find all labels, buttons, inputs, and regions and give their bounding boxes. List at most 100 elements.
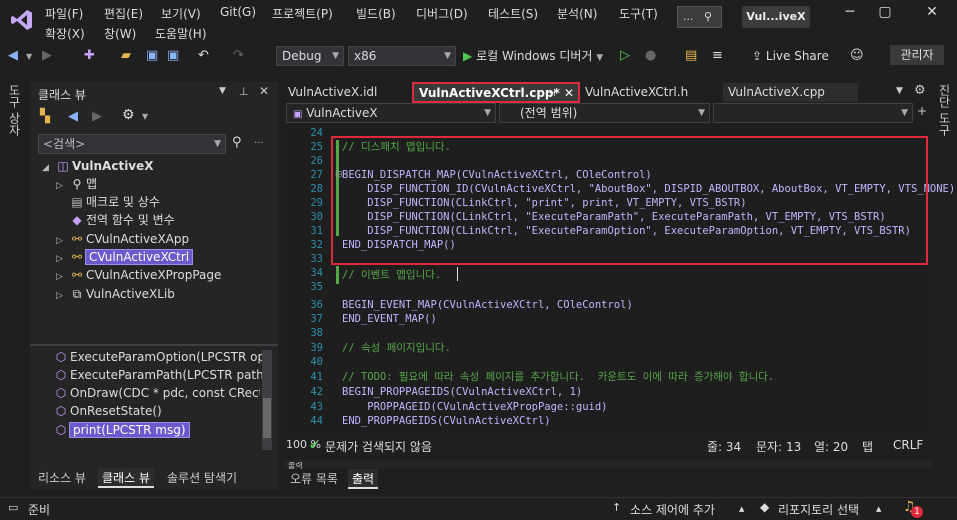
- forward-icon[interactable]: ▶: [42, 48, 52, 63]
- menu-file[interactable]: 파일(F): [45, 5, 83, 22]
- eol-indicator[interactable]: CRLF: [893, 438, 923, 452]
- select-repository-button[interactable]: 리포지토리 선택: [778, 501, 859, 518]
- tab-indicator[interactable]: 탭: [862, 438, 873, 455]
- col-indicator[interactable]: 열: 20: [814, 438, 848, 455]
- back-dropdown-icon[interactable]: ▼: [26, 52, 32, 61]
- text-cursor: [457, 267, 458, 281]
- tree-item-lib[interactable]: ▷ ⧉ VulnActiveXLib: [56, 285, 175, 303]
- start-without-debugging-icon[interactable]: ▷: [620, 48, 630, 63]
- line-number: 32: [310, 239, 323, 251]
- tree-project[interactable]: ◢ ◫ VulnActiveX: [42, 157, 154, 175]
- tree-item-macros[interactable]: ▤ 매크로 및 상수: [56, 193, 160, 211]
- class-view-search-input[interactable]: <검색> ▼: [38, 134, 226, 154]
- member-item[interactable]: ⬡ ExecuteParamPath(LPCSTR path): [52, 366, 269, 384]
- undo-icon[interactable]: ↶: [198, 48, 209, 63]
- maximize-icon[interactable]: ▢: [873, 4, 897, 20]
- hot-reload-icon[interactable]: ●: [645, 48, 656, 63]
- menu-extensions[interactable]: 확장(X): [45, 25, 85, 42]
- issues-status[interactable]: 문제가 검색되지 않음: [325, 438, 432, 455]
- tree-item-app-class[interactable]: ▷ ⚯ CVulnActiveXApp: [56, 230, 189, 248]
- settings-gear-icon[interactable]: ⚙: [122, 107, 135, 123]
- method-icon: ⬡: [55, 404, 67, 418]
- git-branch-icon: ◆: [760, 500, 770, 514]
- save-all-icon[interactable]: ▣: [167, 48, 179, 63]
- tab-resource-view[interactable]: 리소스 뷰: [34, 468, 90, 488]
- settings-gear-icon[interactable]: ⚙: [914, 83, 926, 98]
- member-item[interactable]: ⬡ ExecuteParamOption(LPCSTR op): [52, 348, 270, 366]
- menu-edit[interactable]: 편집(E): [104, 5, 143, 22]
- solution-title: Vul...iveX: [742, 6, 810, 28]
- platform-select[interactable]: x86 ▼: [348, 46, 456, 66]
- line-number: 44: [310, 415, 323, 427]
- tab-cpp[interactable]: VulnActiveX.cpp: [723, 83, 858, 102]
- configuration-select[interactable]: Debug ▼: [276, 46, 344, 66]
- status-ready: 준비: [28, 503, 51, 517]
- pin-icon[interactable]: ⊥: [239, 85, 249, 98]
- menu-project[interactable]: 프로젝트(P): [272, 5, 333, 22]
- tree-item-maps[interactable]: ▷ ⚲ 맵: [56, 175, 97, 193]
- add-source-control-button[interactable]: 소스 제어에 추가: [630, 501, 715, 518]
- menu-window[interactable]: 창(W): [104, 25, 136, 42]
- forward-icon[interactable]: ▶: [92, 109, 102, 124]
- comment-icon[interactable]: ≡: [712, 48, 723, 63]
- close-panel-icon[interactable]: ✕: [259, 84, 269, 98]
- member-item[interactable]: ⬡ OnDraw(CDC * pdc, const CRect &: [52, 384, 260, 402]
- menu-view[interactable]: 보기(V): [161, 5, 201, 22]
- live-share-button[interactable]: ⇪ Live Share: [752, 49, 829, 63]
- chevron-down-icon: ▼: [901, 108, 908, 118]
- feedback-icon[interactable]: ☺: [850, 48, 864, 63]
- tab-ctrl-cpp-active[interactable]: VulnActiveXCtrl.cpp* ⊣ ✕: [412, 82, 580, 103]
- chevron-down-icon[interactable]: ▼: [142, 112, 148, 121]
- start-debugging-button[interactable]: ▶ 로컬 Windows 디버거 ▼: [463, 47, 603, 64]
- menu-debug[interactable]: 디버그(D): [416, 5, 468, 22]
- panel-menu-icon[interactable]: ▼: [219, 86, 226, 96]
- menu-test[interactable]: 테스트(S): [488, 5, 538, 22]
- menu-tools[interactable]: 도구(T): [619, 5, 658, 22]
- diagnostic-tools-tab[interactable]: 진단 도구: [936, 84, 953, 136]
- tab-class-view[interactable]: 클래스 뷰: [98, 468, 154, 488]
- project-scope-select[interactable]: ▣ VulnActiveX ▼: [286, 103, 496, 123]
- minimize-icon[interactable]: ─: [838, 4, 862, 20]
- back-icon[interactable]: ◀: [8, 48, 18, 63]
- menu-build[interactable]: 빌드(B): [356, 5, 396, 22]
- tab-list-dropdown-icon[interactable]: ▼: [896, 86, 903, 96]
- line-indicator[interactable]: 줄: 34: [707, 438, 741, 455]
- members-scrollbar-thumb[interactable]: [263, 398, 271, 438]
- redo-icon[interactable]: ↷: [233, 48, 244, 63]
- tree-item-globals[interactable]: ◆ 전역 함수 및 변수: [56, 211, 174, 229]
- tab-ctrl-h[interactable]: VulnActiveXCtrl.h: [580, 83, 720, 102]
- panel-splitter[interactable]: [30, 344, 278, 346]
- search-icon[interactable]: ⚲: [232, 135, 242, 150]
- tab-solution-explorer[interactable]: 솔루션 탐색기: [163, 468, 241, 488]
- code-line: // TODO: 필요에 따라 속성 페이지를 추가합니다. 카운트도 이에 따…: [342, 371, 775, 383]
- code-line-current: // 이벤트 맵입니다.: [342, 269, 442, 281]
- search-icon: ⚲: [704, 10, 713, 23]
- menu-help[interactable]: 도움말(H): [155, 25, 207, 42]
- back-icon[interactable]: ◀: [68, 109, 78, 124]
- tab-idl[interactable]: VulnActiveX.idl: [283, 83, 408, 102]
- solution-explorer-icon[interactable]: ▤: [685, 48, 697, 63]
- search-options-icon[interactable]: ···: [254, 138, 264, 149]
- member-item-selected[interactable]: ⬡ print(LPCSTR msg): [52, 421, 190, 439]
- save-icon[interactable]: ▣: [146, 48, 158, 63]
- toolbox-tab[interactable]: 도구 상자: [6, 84, 23, 136]
- close-tab-icon[interactable]: ✕: [564, 84, 574, 103]
- tab-output[interactable]: 출력: [348, 469, 379, 489]
- new-project-icon[interactable]: ✚: [84, 48, 95, 63]
- tab-error-list[interactable]: 오류 목록: [286, 469, 342, 489]
- open-folder-icon[interactable]: ▰: [121, 48, 131, 63]
- add-icon[interactable]: +: [917, 104, 927, 118]
- menu-git[interactable]: Git(G): [220, 5, 256, 19]
- tree-item-ctrl-class[interactable]: ▷ ⚯ CVulnActiveXCtrl: [56, 248, 194, 266]
- menu-analyze[interactable]: 분석(N): [557, 5, 597, 22]
- pin-icon[interactable]: ⊣: [547, 84, 556, 103]
- member-item[interactable]: ⬡ OnResetState(): [52, 402, 162, 420]
- member-scope-select[interactable]: ▼: [713, 103, 913, 123]
- search-input[interactable]: ... ⚲: [677, 6, 722, 28]
- tree-item-proppage-class[interactable]: ▷ ⚯ CVulnActiveXPropPage: [56, 266, 221, 284]
- global-scope-select[interactable]: (전역 범위) ▼: [499, 103, 710, 123]
- project-scope-value: VulnActiveX: [306, 106, 378, 120]
- char-indicator[interactable]: 문자: 13: [756, 438, 801, 455]
- new-folder-icon[interactable]: ▚: [40, 109, 50, 124]
- close-icon[interactable]: ✕: [920, 4, 944, 20]
